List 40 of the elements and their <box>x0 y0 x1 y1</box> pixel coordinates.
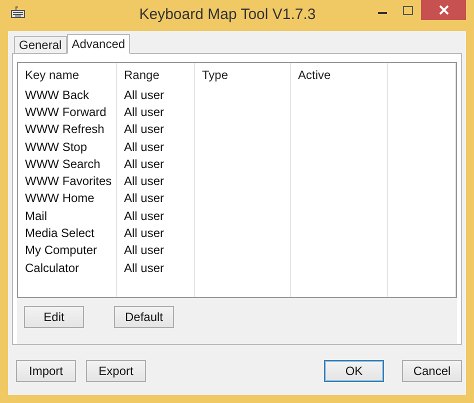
table-cell: All user <box>117 138 195 156</box>
table-cell: All user <box>117 172 195 190</box>
table-cell: All user <box>117 155 195 172</box>
table-cell: Mail <box>18 207 117 224</box>
table-cell: Calculator <box>18 258 117 276</box>
table-cell: All user <box>117 86 195 104</box>
table-cell: All user <box>117 190 195 208</box>
table-cell: WWW Stop <box>18 138 117 156</box>
table-cell: All user <box>117 207 195 224</box>
table-cell: All user <box>117 224 195 242</box>
minimize-icon <box>378 12 386 14</box>
column-header[interactable]: Range <box>117 63 195 86</box>
button[interactable]: OK <box>324 360 384 382</box>
table-cell: My Computer <box>18 242 117 259</box>
maximize-icon <box>403 6 413 14</box>
tab[interactable]: Advanced <box>66 34 130 54</box>
button[interactable]: Import <box>16 360 76 382</box>
table-cell: WWW Back <box>18 86 117 104</box>
close-icon <box>438 5 448 15</box>
window-title: Keyboard Map Tool V1.7.3 <box>139 6 316 23</box>
table-cell: WWW Home <box>18 190 117 208</box>
table-cell: All user <box>117 103 195 121</box>
table-cell: WWW Search <box>18 155 117 172</box>
table-cell: Media Select <box>18 224 117 242</box>
column-header[interactable]: Active <box>291 63 388 86</box>
keyboard-icon <box>10 5 26 19</box>
column-header[interactable]: Key name <box>18 63 117 86</box>
tab[interactable]: General <box>14 36 67 53</box>
button[interactable]: Export <box>86 360 146 382</box>
table-cell: WWW Refresh <box>18 120 117 138</box>
table-cell: WWW Forward <box>18 103 117 121</box>
table-cell: All user <box>117 120 195 138</box>
column-header[interactable]: Type <box>195 63 291 86</box>
close-button[interactable] <box>421 0 466 20</box>
button[interactable]: Cancel <box>402 360 462 382</box>
table-cell: WWW Favorites <box>18 172 117 190</box>
button[interactable]: Default <box>114 306 174 328</box>
table-cell: All user <box>117 258 195 276</box>
table-cell: All user <box>117 242 195 259</box>
button[interactable]: Edit <box>24 306 84 328</box>
